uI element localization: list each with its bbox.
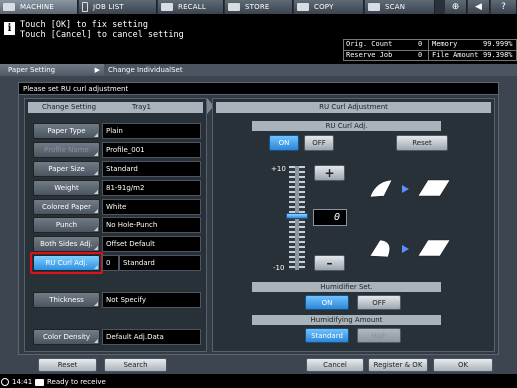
reserve-job-label: Reserve Job [346,51,393,59]
downward-curl-icon [369,239,451,258]
tab-scan[interactable]: SCAN [365,0,435,14]
color-density-value: Default Adj.Data [102,329,201,345]
profile-name-value: Profile_001 [102,142,201,158]
orig-count-label: Orig. Count [346,40,393,48]
help-icon[interactable]: ? [491,0,517,14]
reserve-job-value: 0 [418,51,423,59]
tab-recall[interactable]: RECALL [158,0,224,14]
ru-curl-adj-value: Standard [119,255,201,271]
chevron-right-icon: ▶ [94,66,100,74]
instruction-bar: Please set RU curl adjustment [18,82,499,95]
clock-icon [1,378,9,386]
humidifying-amount-header: Humidifying Amount [252,315,441,325]
ru-curl-adj-button[interactable]: RU Curl Adj. [33,255,100,271]
right-panel [212,98,495,352]
curl-slider-handle[interactable] [286,213,308,219]
recall-icon [161,3,173,11]
file-amount-label: File Amount [432,51,479,59]
humidifier-off-button[interactable]: OFF [357,295,401,310]
thickness-button[interactable]: Thickness [33,292,100,308]
color-density-button[interactable]: Color Density [33,329,100,345]
left-panel-header: Change Setting Tray1 [28,102,203,113]
curl-adj-header: RU Curl Adj. [252,121,441,131]
amount-high-button: High [357,328,401,343]
tab-job-list[interactable]: JOB LIST [79,0,157,14]
change-setting-label: Change Setting [42,103,97,111]
tab-store[interactable]: STORE [225,0,293,14]
machine-icon [3,3,15,11]
search-button[interactable]: Search [104,358,167,372]
footer-bar: 14:41 Ready to receive [0,376,517,388]
colored-paper-button[interactable]: Colored Paper [33,199,100,215]
status-divider-v [428,39,429,61]
ok-button[interactable]: OK [433,358,493,372]
weight-value: 81-91g/m2 [102,180,201,196]
curl-on-button[interactable]: ON [269,135,299,151]
store-icon [228,3,240,11]
reset-button[interactable]: Reset [38,358,97,372]
tab-machine[interactable]: MACHINE [0,0,78,14]
orig-count-value: 0 [418,40,423,48]
curl-reset-button[interactable]: Reset [396,135,448,151]
profile-name-button[interactable]: Profile Name [33,142,100,158]
breadcrumb-parent[interactable]: Paper Setting ▶ [0,64,104,76]
minus-button[interactable]: – [314,255,345,271]
cancel-button[interactable]: Cancel [306,358,364,372]
tray-label: Tray1 [132,103,152,111]
ru-curl-adj-num: 0 [102,255,119,271]
scan-icon [368,3,380,11]
upward-curl-icon [369,179,451,198]
colored-paper-value: White [102,199,201,215]
file-amount-value: 99.398% [483,51,513,59]
footer-status: Ready to receive [47,378,106,386]
tab-copy[interactable]: COPY [294,0,364,14]
breadcrumb-current: Change IndividualSet [108,66,183,74]
both-sides-adj-value: Offset Default [102,236,201,252]
paper-size-value: Standard [102,161,201,177]
humidifier-header: Humidifier Set. [252,282,441,292]
memory-value: 99.999% [483,40,513,48]
footer-time: 14:41 [12,378,33,386]
humidifier-on-button[interactable]: ON [305,295,349,310]
scale-bottom-label: -10 [273,264,285,272]
speaker-icon[interactable]: ◀ [468,0,490,14]
curl-off-button[interactable]: OFF [304,135,334,151]
job-list-icon [82,2,88,12]
punch-button[interactable]: Punch [33,217,100,233]
info-icon: i [4,22,15,35]
curl-level-display: 0 [313,209,347,226]
message-line-2: Touch [Cancel] to cancel setting [20,30,184,40]
register-ok-button[interactable]: Register & OK [368,358,428,372]
thickness-value: Not Specify [102,292,201,308]
message-line-1: Touch [OK] to fix setting [20,20,148,30]
scale-top-label: +10 [271,165,286,173]
instruction-text: Please set RU curl adjustment [23,85,129,93]
paper-size-button[interactable]: Paper Size [33,161,100,177]
copy-icon [297,3,309,11]
printer-icon [35,379,44,386]
paper-type-button[interactable]: Paper Type [33,123,100,139]
right-panel-header: RU Curl Adjustment [216,102,491,113]
weight-button[interactable]: Weight [33,180,100,196]
both-sides-adj-button[interactable]: Both Sides Adj. [33,236,100,252]
plus-button[interactable]: + [314,165,345,181]
paper-type-value: Plain [102,123,201,139]
amount-standard-button[interactable]: Standard [305,328,349,343]
punch-value: No Hole-Punch [102,217,201,233]
memory-label: Memory [432,40,458,48]
globe-icon[interactable]: ⊕ [445,0,467,14]
